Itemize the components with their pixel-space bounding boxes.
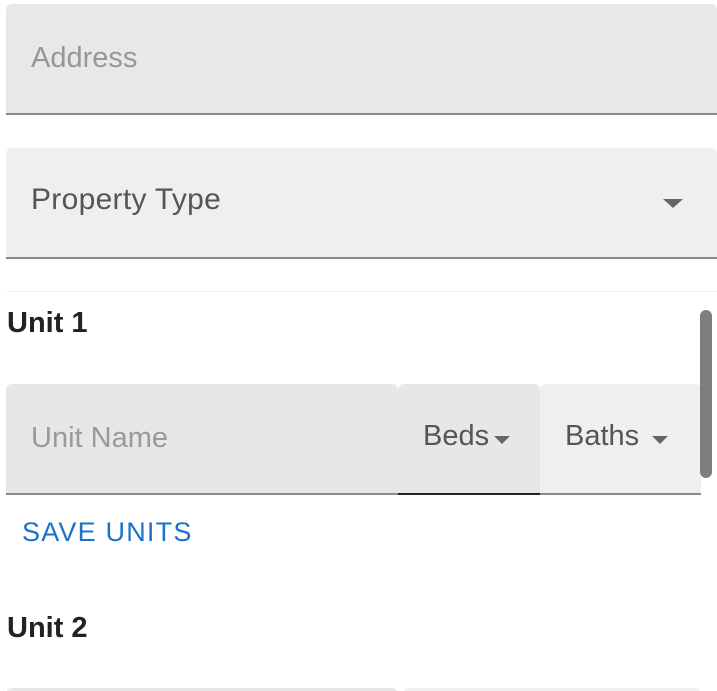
address-field[interactable] [6, 4, 717, 115]
baths-select[interactable]: Baths [540, 384, 701, 495]
unit-name-input[interactable] [6, 384, 398, 493]
property-type-label: Property Type [31, 183, 222, 216]
baths-label: Baths [565, 420, 640, 452]
beds-select[interactable]: Beds [398, 384, 540, 495]
unit-name-field[interactable] [6, 384, 398, 495]
save-units-button[interactable]: SAVE UNITS [22, 517, 193, 548]
unit-title: Unit 2 [7, 612, 88, 644]
beds-label: Beds [423, 420, 490, 452]
address-input[interactable] [6, 4, 717, 113]
chevron-down-icon[interactable] [652, 436, 668, 444]
unit-row: Beds Baths [6, 384, 701, 495]
scrollbar-thumb[interactable] [700, 310, 712, 478]
chevron-down-icon[interactable] [494, 436, 510, 444]
property-type-select[interactable]: Property Type [6, 148, 717, 259]
chevron-down-icon[interactable] [663, 199, 683, 208]
unit-title: Unit 1 [7, 307, 88, 339]
units-panel[interactable]: Unit 1 Beds Baths SAVE UNITS Unit 2 [6, 291, 717, 691]
